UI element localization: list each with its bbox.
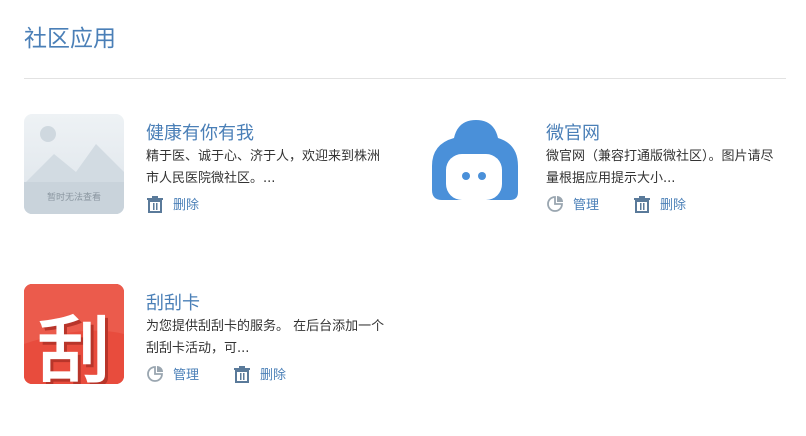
microsite-logo-icon — [432, 120, 518, 200]
app-name[interactable]: 健康有你有我 — [146, 119, 254, 145]
delete-label: 删除 — [660, 198, 687, 213]
delete-button[interactable]: 删除 — [146, 194, 199, 213]
house-face-icon[interactable] — [424, 114, 524, 214]
divider — [24, 78, 786, 79]
app-actions: 管理 删除 — [146, 364, 320, 383]
app-card-microsite: 微官网 微官网（兼容打通版微社区）。图片请尽量根据应用提示大小... 管理 删除 — [424, 114, 784, 224]
delete-label: 删除 — [260, 368, 287, 383]
pie-chart-icon — [547, 195, 563, 212]
app-description: 微官网（兼容打通版微社区）。图片请尽量根据应用提示大小... — [546, 149, 774, 186]
app-actions: 管理 删除 — [546, 194, 720, 213]
trash-icon — [147, 195, 163, 213]
app-actions: 删除 — [146, 194, 233, 213]
app-name[interactable]: 刮刮卡 — [146, 289, 200, 315]
delete-button[interactable]: 删除 — [633, 194, 686, 213]
manage-label: 管理 — [573, 198, 600, 213]
app-card-health: 暂时无法查看 健康有你有我 精于医、诚于心、济于人，欢迎来到株洲市人民医院微社区… — [24, 114, 384, 224]
manage-button[interactable]: 管理 — [546, 194, 599, 213]
delete-label: 删除 — [173, 198, 200, 213]
manage-button[interactable]: 管理 — [146, 364, 199, 383]
delete-button[interactable]: 删除 — [233, 364, 286, 383]
page-title: 社区应用 — [24, 26, 116, 52]
placeholder-text: 暂时无法查看 — [46, 193, 101, 203]
app-card-scratch: 刮 刮刮卡 为您提供刮刮卡的服务。 在后台添加一个刮刮卡活动，可... 管理 删… — [24, 284, 384, 394]
scratch-card-icon[interactable]: 刮 — [24, 284, 124, 384]
app-description: 精于医、诚于心、济于人，欢迎来到株洲市人民医院微社区。... — [146, 149, 381, 186]
app-description: 为您提供刮刮卡的服务。 在后台添加一个刮刮卡活动，可... — [146, 319, 385, 356]
manage-label: 管理 — [173, 368, 200, 383]
pie-chart-icon — [147, 365, 163, 382]
image-placeholder-icon[interactable]: 暂时无法查看 — [24, 114, 124, 214]
scratch-card-glyph: 刮 — [37, 309, 110, 384]
trash-icon — [234, 365, 251, 383]
app-name[interactable]: 微官网 — [546, 119, 600, 145]
trash-icon — [634, 195, 651, 213]
